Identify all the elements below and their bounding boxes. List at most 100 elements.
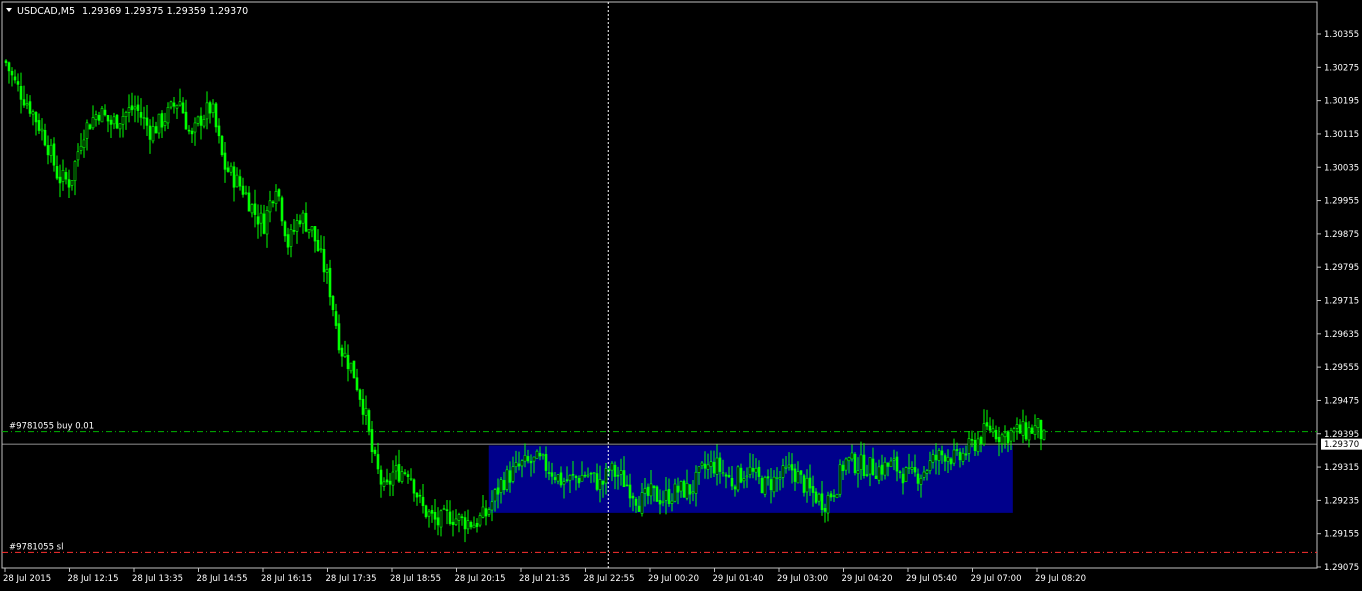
- candle-body: [859, 454, 863, 471]
- candle-body: [400, 471, 404, 482]
- candle-body: [511, 466, 515, 482]
- candle-body: [931, 454, 935, 463]
- candle-body: [274, 191, 278, 204]
- time-tick-label: 28 Jul 18:55: [390, 574, 441, 584]
- candle-body: [895, 456, 899, 472]
- price-tick-label: 1.29235: [1324, 496, 1359, 506]
- current-price-value: 1.29370: [1324, 440, 1359, 450]
- candle-body: [919, 478, 923, 485]
- candle-body: [937, 450, 941, 461]
- time-tick-label: 28 Jul 2015: [3, 574, 51, 584]
- price-tick-label: 1.29635: [1324, 330, 1359, 340]
- candle-body: [259, 212, 263, 224]
- candle-body: [886, 462, 890, 467]
- candle-body: [241, 185, 245, 195]
- candle-body: [361, 398, 365, 415]
- candle-body: [220, 135, 224, 156]
- candle-body: [331, 296, 335, 311]
- price-chart[interactable]: USDCAD,M5 1.29369 1.29375 1.29359 1.2937…: [0, 0, 1362, 587]
- candle-body: [589, 472, 593, 475]
- candle-body: [661, 501, 665, 503]
- candle-body: [916, 473, 920, 484]
- candle-body: [751, 468, 755, 472]
- candle-body: [232, 166, 236, 188]
- candle-body: [385, 479, 389, 483]
- price-tick-label: 1.30035: [1324, 163, 1359, 173]
- candle-body: [754, 468, 758, 473]
- candle-body: [322, 248, 326, 273]
- candle-body: [991, 428, 995, 433]
- candle-body: [343, 352, 347, 357]
- candle-body: [22, 99, 26, 106]
- candle-body: [655, 486, 659, 502]
- chart-canvas[interactable]: USDCAD,M5 1.29369 1.29375 1.29359 1.2937…: [0, 0, 1362, 587]
- candle: [100, 105, 104, 123]
- candle-body: [952, 449, 956, 464]
- candle-body: [382, 481, 386, 487]
- candle-body: [151, 126, 155, 142]
- candle-body: [136, 104, 140, 111]
- candle-body: [31, 111, 35, 115]
- candle-body: [610, 462, 614, 471]
- candle-body: [115, 114, 119, 129]
- candle-body: [739, 467, 743, 483]
- candle-body: [376, 454, 380, 470]
- candle-body: [946, 457, 950, 462]
- candle: [763, 475, 767, 498]
- candle-body: [616, 474, 620, 477]
- candle-body: [736, 466, 740, 491]
- candle-body: [577, 477, 581, 484]
- candle: [220, 134, 224, 157]
- candle-body: [598, 479, 602, 490]
- time-tick-label: 28 Jul 17:35: [326, 574, 377, 584]
- candle-body: [853, 453, 857, 474]
- candle-body: [520, 460, 524, 467]
- candle-body: [583, 474, 587, 477]
- candle-body: [985, 422, 989, 427]
- candle: [682, 479, 686, 499]
- candle-body: [169, 101, 173, 108]
- candle-body: [1033, 425, 1037, 435]
- candle-body: [1042, 429, 1046, 440]
- candle-body: [355, 377, 359, 391]
- candle-body: [334, 311, 338, 326]
- candle-body: [154, 126, 158, 134]
- candle-body: [808, 477, 812, 489]
- candle-body: [91, 117, 95, 129]
- candle-body: [724, 474, 728, 477]
- candle-body: [340, 347, 344, 357]
- candle-body: [106, 114, 110, 122]
- candle-body: [883, 461, 887, 476]
- candle-body: [145, 117, 149, 126]
- candle-body: [403, 472, 407, 474]
- candle-body: [286, 234, 290, 248]
- candle-body: [139, 112, 143, 118]
- candle-body: [862, 454, 866, 477]
- candle-body: [43, 129, 47, 146]
- candle-body: [130, 105, 134, 111]
- candle-body: [880, 464, 884, 475]
- candle-body: [211, 103, 215, 114]
- candle-body: [901, 473, 905, 484]
- candle-body: [457, 514, 461, 521]
- candle-body: [949, 458, 953, 465]
- candle-body: [673, 483, 677, 502]
- candle-body: [358, 389, 362, 400]
- candle-body: [730, 477, 734, 487]
- time-tick-label: 28 Jul 12:15: [68, 574, 119, 584]
- candle-body: [805, 477, 809, 493]
- candle-body: [625, 484, 629, 487]
- candle-body: [820, 493, 824, 510]
- candle-body: [157, 113, 161, 134]
- candle-body: [793, 468, 797, 482]
- candle-body: [925, 470, 929, 474]
- symbol-header[interactable]: USDCAD,M5 1.29369 1.29375 1.29359 1.2937…: [6, 6, 248, 17]
- candle-body: [535, 450, 539, 459]
- candle-body: [874, 475, 878, 480]
- time-tick-label: 29 Jul 01:40: [713, 574, 764, 584]
- candle-body: [634, 498, 638, 506]
- candle-body: [208, 102, 212, 114]
- candle-body: [13, 76, 17, 81]
- candle-body: [538, 452, 542, 457]
- candle-body: [1015, 424, 1019, 429]
